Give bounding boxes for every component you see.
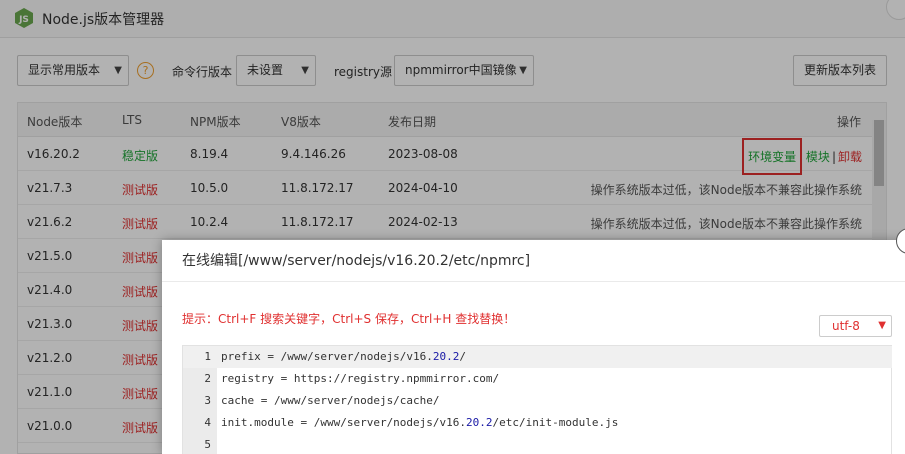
encoding-select[interactable]: utf-8 ▼: [819, 315, 892, 337]
code-line[interactable]: 5: [183, 434, 892, 454]
code-text: registry = https://registry.npmmirror.co…: [221, 372, 500, 385]
code-text: prefix = /www/server/nodejs/v16.20.2/: [221, 350, 467, 363]
shortcut-tip: 提示：Ctrl+F 搜索关键字，Ctrl+S 保存，Ctrl+H 查找替换！: [182, 312, 516, 326]
online-editor-dialog: 在线编辑[/www/server/nodejs/v16.20.2/etc/npm…: [162, 228, 905, 454]
line-number: 4: [204, 416, 211, 429]
code-text: init.module = /www/server/nodejs/v16.20.…: [221, 416, 619, 429]
line-number: 2: [204, 372, 211, 385]
code-text: cache = /www/server/nodejs/cache/: [221, 394, 440, 407]
dialog-title: 在线编辑[/www/server/nodejs/v16.20.2/etc/npm…: [162, 240, 905, 282]
encoding-value: utf-8: [832, 319, 860, 333]
line-number: 5: [204, 438, 211, 451]
code-line[interactable]: 1 prefix = /www/server/nodejs/v16.20.2/: [183, 346, 892, 368]
code-editor[interactable]: 1 prefix = /www/server/nodejs/v16.20.2/ …: [182, 345, 892, 454]
code-line[interactable]: 3 cache = /www/server/nodejs/cache/: [183, 390, 892, 412]
line-number: 1: [204, 350, 211, 363]
line-number: 3: [204, 394, 211, 407]
code-line[interactable]: 4 init.module = /www/server/nodejs/v16.2…: [183, 412, 892, 434]
chevron-down-icon: ▼: [878, 320, 886, 331]
code-line[interactable]: 2 registry = https://registry.npmmirror.…: [183, 368, 892, 390]
